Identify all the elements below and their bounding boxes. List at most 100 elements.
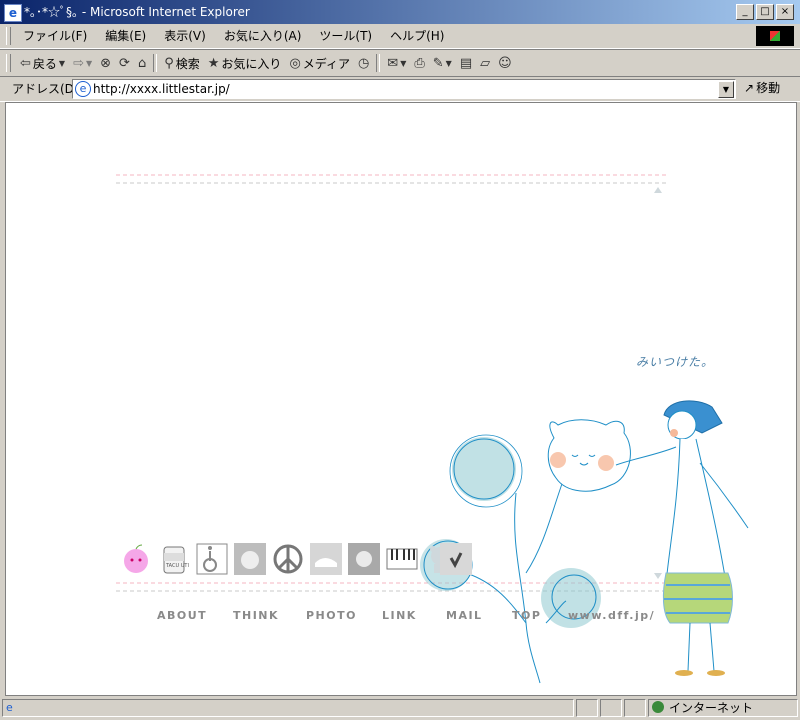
peace-icon[interactable] xyxy=(272,543,304,575)
status-bar: e インターネット xyxy=(0,696,800,720)
cat-photo-icon[interactable] xyxy=(234,543,266,575)
media-button[interactable]: ◎ メディア xyxy=(285,54,354,72)
search-label: 検索 xyxy=(175,56,200,71)
page-decoration xyxy=(116,174,749,684)
menu-favorites[interactable]: お気に入り(A) xyxy=(215,28,311,44)
menu-bar: ファイル(F) 編集(E) 表示(V) お気に入り(A) ツール(T) ヘルプ(… xyxy=(0,24,800,49)
toolbar-separator-2 xyxy=(376,54,381,72)
go-label: 移動 xyxy=(756,81,781,95)
windows-throbber xyxy=(756,26,794,46)
forward-arrow-icon: ⇨ xyxy=(73,55,84,71)
nav-mail[interactable]: MAIL xyxy=(446,609,483,622)
forward-button[interactable]: ⇨ ▼ xyxy=(69,54,96,72)
menu-view[interactable]: 表示(V) xyxy=(155,28,215,44)
status-pane-3 xyxy=(624,699,646,717)
refresh-button[interactable]: ⟳ xyxy=(115,54,134,72)
shoe-icon[interactable] xyxy=(310,543,342,575)
nav-link[interactable]: LINK xyxy=(382,609,417,622)
back-label: 戻る xyxy=(32,56,57,71)
mail-button[interactable]: ✉ ▼ xyxy=(383,54,410,72)
favorites-label: お気に入り xyxy=(221,56,282,71)
address-field[interactable]: e ▼ xyxy=(72,79,736,99)
menu-edit[interactable]: 編集(E) xyxy=(96,28,155,44)
edit-dropdown-icon[interactable]: ▼ xyxy=(446,59,452,68)
standard-toolbar: ⇦ 戻る ▼ ⇨ ▼ ⊗ ⟳ ⌂ ⚲ 検索 ★ お気に入り ◎ メディア ◷ ✉… xyxy=(0,49,800,77)
cat-illustration xyxy=(547,419,631,492)
up-triangle-icon xyxy=(654,187,662,193)
address-dropdown-icon[interactable]: ▼ xyxy=(718,81,734,98)
favorites-button[interactable]: ★ お気に入り xyxy=(204,54,286,72)
check-icon[interactable] xyxy=(440,543,472,575)
address-input[interactable] xyxy=(93,80,713,98)
messenger-icon: ☺ xyxy=(498,55,512,71)
print-icon: ⎙ xyxy=(414,55,425,71)
page-icon: e xyxy=(75,81,91,97)
flower-photo-icon[interactable] xyxy=(348,543,380,575)
home-button[interactable]: ⌂ xyxy=(134,54,150,72)
girl-illustration xyxy=(615,400,749,676)
menu-file[interactable]: ファイル(F) xyxy=(14,28,96,44)
status-page-icon: e xyxy=(6,701,13,714)
mail-icon: ✉ xyxy=(387,55,399,71)
can-label: TACU UTI xyxy=(166,563,189,569)
discuss-button[interactable]: ▤ xyxy=(456,54,476,72)
menu-tools[interactable]: ツール(T) xyxy=(310,28,381,44)
research-icon: ▱ xyxy=(480,55,491,71)
minimize-button[interactable]: _ xyxy=(736,4,754,20)
page-content: みいつけた。 TACU UTI ABOUT THINK PHOTO LINK M… xyxy=(5,102,797,696)
status-pane-1 xyxy=(576,699,598,717)
page-caption: みいつけた。 xyxy=(636,355,715,369)
stop-button[interactable]: ⊗ xyxy=(96,54,115,72)
status-main: e xyxy=(2,699,574,717)
zone-label: インターネット xyxy=(669,701,754,715)
edit-icon: ✎ xyxy=(432,55,444,71)
menu-grip[interactable] xyxy=(6,27,11,45)
history-icon: ◷ xyxy=(357,55,370,71)
nav-photo[interactable]: PHOTO xyxy=(306,609,357,622)
nav-site-url[interactable]: www.dff.jp/ xyxy=(568,609,655,622)
nav-top[interactable]: TOP xyxy=(512,609,541,622)
media-label: メディア xyxy=(302,56,350,71)
forward-dropdown-icon[interactable]: ▼ xyxy=(86,59,92,68)
apple-icon[interactable] xyxy=(120,543,152,575)
ie-logo-icon: e xyxy=(4,4,22,22)
history-button[interactable]: ◷ xyxy=(354,54,373,72)
windows-logo-icon xyxy=(770,31,780,41)
window-controls: _ □ × xyxy=(736,4,794,20)
toolbar-separator xyxy=(153,54,158,72)
back-button[interactable]: ⇦ 戻る ▼ xyxy=(16,54,69,72)
can-icon[interactable]: TACU UTI xyxy=(158,543,190,575)
nav-think[interactable]: THINK xyxy=(233,609,279,622)
toolbar-grip[interactable] xyxy=(6,54,11,72)
edit-button[interactable]: ✎ ▼ xyxy=(429,54,456,72)
home-icon: ⌂ xyxy=(137,55,147,71)
status-zone: インターネット xyxy=(648,699,798,717)
mail-dropdown-icon[interactable]: ▼ xyxy=(400,59,406,68)
favorites-icon: ★ xyxy=(207,55,220,71)
maximize-button[interactable]: □ xyxy=(756,4,774,20)
stop-icon: ⊗ xyxy=(100,55,112,71)
go-arrow-icon: ↗ xyxy=(744,81,755,95)
address-label: アドレス(D) xyxy=(12,82,79,96)
nav-about[interactable]: ABOUT xyxy=(157,609,207,622)
refresh-icon: ⟳ xyxy=(119,55,130,71)
back-dropdown-icon[interactable]: ▼ xyxy=(59,59,65,68)
go-button[interactable]: ↗ 移動 xyxy=(744,80,780,96)
globe-icon xyxy=(652,701,664,713)
research-button[interactable]: ▱ xyxy=(476,54,494,72)
menu-help[interactable]: ヘルプ(H) xyxy=(381,28,453,44)
window-title: *｡･*☆ﾟ§｡ - Microsoft Internet Explorer xyxy=(24,5,250,19)
search-icon: ⚲ xyxy=(164,55,174,71)
down-triangle-icon xyxy=(654,573,662,579)
piano-icon[interactable] xyxy=(386,543,418,575)
back-arrow-icon: ⇦ xyxy=(20,55,31,71)
status-pane-2 xyxy=(600,699,622,717)
media-icon: ◎ xyxy=(289,55,301,71)
search-button[interactable]: ⚲ 検索 xyxy=(160,54,204,72)
print-button[interactable]: ⎙ xyxy=(410,54,428,72)
close-button[interactable]: × xyxy=(776,4,794,20)
title-bar: e *｡･*☆ﾟ§｡ - Microsoft Internet Explorer… xyxy=(0,0,800,24)
messenger-button[interactable]: ☺ xyxy=(494,54,516,72)
discuss-icon: ▤ xyxy=(459,55,473,71)
wheelchair-icon[interactable] xyxy=(196,543,228,575)
